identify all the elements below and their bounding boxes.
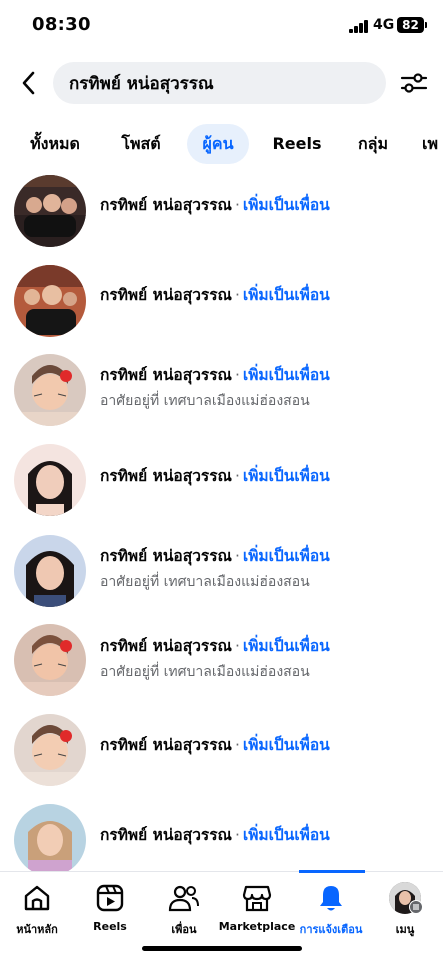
list-item[interactable]: กรทิพย์ หน่อสุวรรณ · เพิ่มเป็นเพื่อน — [0, 256, 443, 344]
status-time: 08:30 — [32, 14, 91, 35]
separator-dot: · — [234, 637, 240, 655]
result-name[interactable]: กรทิพย์ หน่อสุวรรณ — [100, 637, 232, 655]
add-friend-button[interactable]: เพิ่มเป็นเพื่อน — [243, 286, 330, 304]
separator-dot: · — [234, 366, 240, 384]
list-item[interactable]: กรทิพย์ หน่อสุวรรณ · เพิ่มเป็นเพื่อน — [0, 436, 443, 524]
avatar[interactable] — [14, 535, 86, 607]
nav-notifications[interactable]: การแจ้งเตือน — [291, 882, 371, 938]
tab-more[interactable]: เพ — [422, 124, 443, 164]
nav-marketplace[interactable]: Marketplace — [217, 882, 297, 933]
marketplace-icon — [242, 885, 272, 912]
nav-reels-label: Reels — [93, 920, 127, 933]
filter-button[interactable] — [399, 68, 429, 98]
add-friend-button[interactable]: เพิ่มเป็นเพื่อน — [243, 826, 330, 844]
tab-people[interactable]: ผู้คน — [187, 124, 249, 164]
active-tab-indicator — [299, 870, 365, 873]
reels-icon — [96, 884, 124, 912]
separator-dot: · — [234, 196, 240, 214]
filter-sliders-icon — [400, 73, 428, 93]
nav-menu[interactable]: เมนู — [365, 882, 443, 938]
home-indicator — [142, 946, 302, 951]
avatar[interactable] — [14, 354, 86, 426]
battery-tip — [425, 22, 427, 28]
chevron-left-icon — [22, 71, 35, 95]
home-icon — [24, 885, 50, 911]
network-type: 4G — [373, 17, 395, 33]
separator-dot: · — [234, 736, 240, 754]
nav-notifications-label: การแจ้งเตือน — [299, 923, 363, 936]
separator-dot: · — [234, 826, 240, 844]
add-friend-button[interactable]: เพิ่มเป็นเพื่อน — [243, 547, 330, 565]
list-item[interactable]: กรทิพย์ หน่อสุวรรณ · เพิ่มเป็นเพื่อน อาศัย… — [0, 346, 443, 434]
nav-friends-label: เพื่อน — [171, 923, 197, 936]
bell-icon — [320, 886, 342, 911]
result-name[interactable]: กรทิพย์ หน่อสุวรรณ — [100, 547, 232, 565]
search-header: กรทิพย์ หน่อสุวรรณ — [0, 60, 443, 106]
result-name[interactable]: กรทิพย์ หน่อสุวรรณ — [100, 826, 232, 844]
result-name[interactable]: กรทิพย์ หน่อสุวรรณ — [100, 736, 232, 754]
list-item[interactable]: กรทิพย์ หน่อสุวรรณ · เพิ่มเป็นเพื่อน — [0, 706, 443, 794]
tab-posts[interactable]: โพสต์ — [110, 124, 172, 164]
result-name[interactable]: กรทิพย์ หน่อสุวรรณ — [100, 286, 232, 304]
nav-home[interactable]: หน้าหลัก — [0, 882, 77, 938]
cellular-signal-icon — [349, 20, 369, 33]
nav-marketplace-label: Marketplace — [218, 920, 296, 933]
list-item[interactable]: กรทิพย์ หน่อสุวรรณ · เพิ่มเป็นเพื่อน — [0, 796, 443, 871]
tab-reels[interactable]: Reels — [266, 124, 328, 164]
result-name[interactable]: กรทิพย์ หน่อสุวรรณ — [100, 366, 232, 384]
list-item[interactable]: กรทิพย์ หน่อสุวรรณ · เพิ่มเป็นเพื่อน อาศัย… — [0, 526, 443, 614]
back-button[interactable] — [14, 68, 44, 98]
search-input[interactable]: กรทิพย์ หน่อสุวรรณ — [53, 62, 386, 104]
list-item[interactable]: กรทิพย์ หน่อสุวรรณ · เพิ่มเป็นเพื่อน — [0, 166, 443, 254]
add-friend-button[interactable]: เพิ่มเป็นเพื่อน — [243, 736, 330, 754]
add-friend-button[interactable]: เพิ่มเป็นเพื่อน — [243, 637, 330, 655]
tab-groups[interactable]: กลุ่ม — [346, 124, 400, 164]
avatar[interactable] — [14, 624, 86, 696]
avatar[interactable] — [14, 175, 86, 247]
avatar[interactable] — [14, 265, 86, 337]
add-friend-button[interactable]: เพิ่มเป็นเพื่อน — [243, 196, 330, 214]
nav-friends[interactable]: เพื่อน — [144, 882, 224, 938]
separator-dot: · — [234, 547, 240, 565]
battery-icon: 82 — [397, 17, 424, 33]
status-bar: 08:30 4G 82 — [0, 0, 443, 52]
friends-icon — [168, 885, 199, 912]
people-results-list: กรทิพย์ หน่อสุวรรณ · เพิ่มเป็นเพื่อน กรทิพ… — [0, 166, 443, 871]
separator-dot: · — [234, 467, 240, 485]
nav-home-label: หน้าหลัก — [16, 923, 58, 936]
nav-menu-label: เมนู — [395, 923, 415, 936]
separator-dot: · — [234, 286, 240, 304]
result-name[interactable]: กรทิพย์ หน่อสุวรรณ — [100, 467, 232, 485]
avatar[interactable] — [14, 804, 86, 871]
add-friend-button[interactable]: เพิ่มเป็นเพื่อน — [243, 467, 330, 485]
avatar[interactable] — [14, 444, 86, 516]
avatar[interactable] — [14, 714, 86, 786]
search-filter-tabs: ทั้งหมด โพสต์ ผู้คน Reels กลุ่ม เพ — [0, 124, 443, 166]
list-item[interactable]: กรทิพย์ หน่อสุวรรณ · เพิ่มเป็นเพื่อน อาศัย… — [0, 616, 443, 704]
nav-reels[interactable]: Reels — [70, 882, 150, 933]
tab-all[interactable]: ทั้งหมด — [22, 124, 88, 164]
result-location: อาศัยอยู่ที่ เทศบาลเมืองแม่ฮ่องสอน — [100, 393, 310, 409]
add-friend-button[interactable]: เพิ่มเป็นเพื่อน — [243, 366, 330, 384]
menu-badge-icon — [409, 900, 423, 914]
result-name[interactable]: กรทิพย์ หน่อสุวรรณ — [100, 196, 232, 214]
search-query: กรทิพย์ หน่อสุวรรณ — [69, 73, 214, 94]
result-location: อาศัยอยู่ที่ เทศบาลเมืองแม่ฮ่องสอน — [100, 664, 310, 680]
result-location: อาศัยอยู่ที่ เทศบาลเมืองแม่ฮ่องสอน — [100, 574, 310, 590]
